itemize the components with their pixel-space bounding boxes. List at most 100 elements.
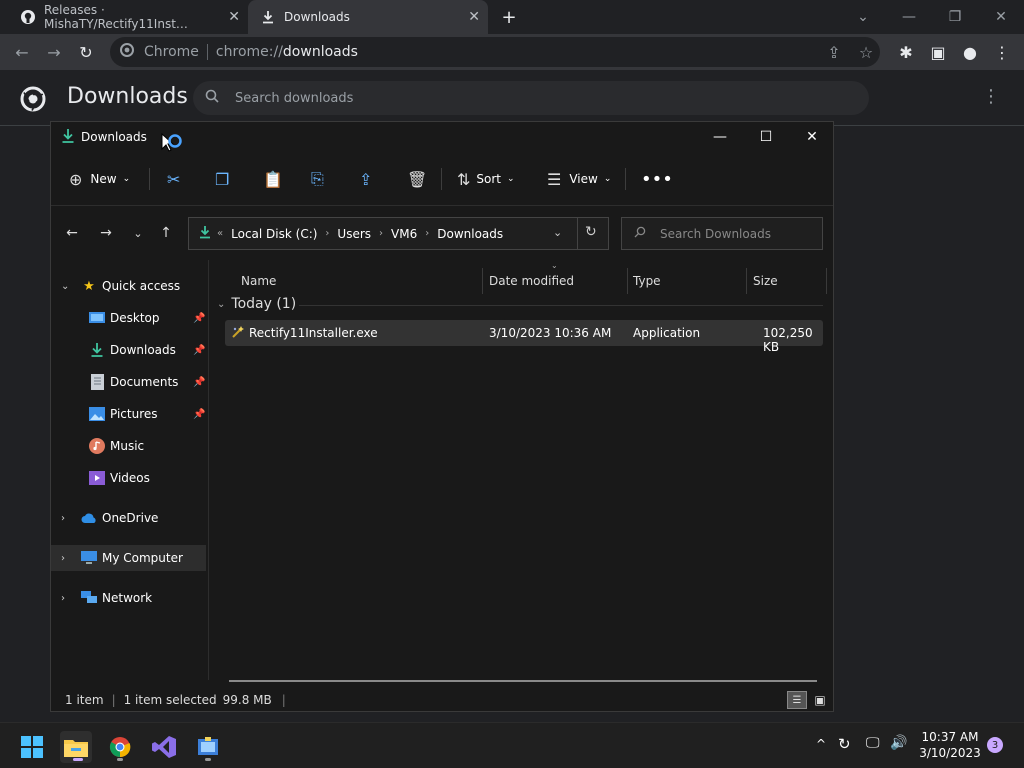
column-header-name[interactable]: Name	[241, 268, 276, 294]
chevron-right-icon[interactable]: ›	[61, 593, 65, 604]
more-actions-icon[interactable]: ⋮	[982, 86, 1000, 107]
column-divider[interactable]	[826, 268, 827, 294]
omnibox[interactable]: Chrome chrome://downloads	[110, 37, 880, 67]
chevron-down-icon[interactable]: ⌄	[61, 281, 69, 292]
forward-icon[interactable]: →	[42, 40, 66, 64]
installer-exe-icon	[231, 325, 245, 342]
explorer-minimize-icon[interactable]: —	[697, 122, 743, 152]
sidebar-item-onedrive[interactable]: › OneDrive	[51, 505, 207, 531]
running-indicator	[117, 758, 123, 761]
sidebar-item-network[interactable]: › Network	[51, 585, 207, 611]
side-panel-icon[interactable]: ▣	[926, 40, 950, 64]
up-arrow-icon[interactable]: ↑	[155, 222, 177, 244]
sort-indicator-icon: ⌄	[551, 261, 558, 270]
show-hidden-icons-icon[interactable]: ^	[816, 737, 826, 751]
pin-icon[interactable]: 📌	[193, 377, 205, 388]
chevron-right-icon[interactable]: ›	[61, 513, 65, 524]
sidebar-item-music[interactable]: Music	[51, 433, 207, 459]
sidebar-item-desktop[interactable]: Desktop 📌	[51, 305, 207, 331]
cut-button[interactable]: ✂	[167, 166, 180, 192]
command-bar: ⊕ New ⌄ ✂ ❐ 📋 ⎘ ⇪ 🗑 ⇅ Sort ⌄ ☰ View ⌄ ••…	[51, 152, 833, 206]
back-arrow-icon[interactable]: ←	[61, 222, 83, 244]
address-dropdown-icon[interactable]: ⌄	[553, 226, 562, 239]
sidebar-item-downloads[interactable]: Downloads 📌	[51, 337, 207, 363]
menu-kebab-icon[interactable]: ⋮	[990, 40, 1014, 64]
extensions-icon[interactable]: ✱	[894, 40, 918, 64]
volume-icon[interactable]: 🔊	[890, 735, 907, 751]
pin-icon[interactable]: 📌	[193, 409, 205, 420]
tab-search-icon[interactable]: ⌄	[840, 0, 886, 34]
file-explorer-taskbar-button[interactable]	[60, 731, 92, 763]
pin-icon[interactable]: 📌	[193, 313, 205, 324]
sidebar-item-documents[interactable]: Documents 📌	[51, 369, 207, 395]
group-header-today[interactable]: ⌄ Today (1)	[217, 296, 296, 312]
restore-icon[interactable]: ❐	[932, 0, 978, 34]
sort-button[interactable]: ⇅ Sort ⌄	[457, 166, 515, 192]
chevron-down-icon[interactable]: ⌄	[217, 299, 225, 310]
crumb-local-disk[interactable]: Local Disk (C:)	[231, 227, 317, 241]
delete-button[interactable]: 🗑	[407, 166, 427, 192]
minimize-icon[interactable]: —	[886, 0, 932, 34]
tab-close-icon[interactable]: ✕	[228, 9, 240, 25]
explorer-search-input[interactable]: Search Downloads	[621, 217, 823, 250]
chrome-taskbar-button[interactable]	[104, 731, 136, 763]
address-bar[interactable]: « Local Disk (C:) › Users › VM6 › Downlo…	[188, 217, 609, 250]
rename-button[interactable]: ⎘	[311, 166, 324, 192]
notification-badge[interactable]: 3	[987, 737, 1003, 753]
new-button[interactable]: ⊕ New ⌄	[69, 166, 130, 192]
profile-icon[interactable]: ●	[958, 40, 982, 64]
explorer-maximize-icon[interactable]: ☐	[743, 122, 789, 152]
column-divider[interactable]	[746, 268, 747, 294]
tab-downloads[interactable]: Downloads ✕	[248, 0, 488, 34]
sidebar-item-pictures[interactable]: Pictures 📌	[51, 401, 207, 427]
sidebar-label: Desktop	[110, 311, 160, 325]
recent-locations-icon[interactable]: ⌄	[127, 222, 149, 244]
crumb-chevron-icon[interactable]: ›	[379, 228, 383, 239]
crumb-downloads[interactable]: Downloads	[437, 227, 503, 241]
network-status-icon[interactable]: 🖵	[866, 735, 880, 751]
large-icons-view-icon[interactable]: ▣	[811, 691, 829, 709]
share-button[interactable]: ⇪	[359, 166, 372, 192]
column-header-type[interactable]: Type	[633, 268, 661, 294]
horizontal-scrollbar[interactable]	[229, 680, 817, 682]
sidebar-item-my-computer[interactable]: › My Computer	[51, 545, 206, 571]
start-button[interactable]	[16, 731, 48, 763]
details-view-icon[interactable]: ☰	[787, 691, 807, 709]
taskbar-clock[interactable]: 10:37 AM 3/10/2023	[918, 729, 982, 761]
file-size: 102,250 KB	[763, 326, 813, 354]
tab-releases[interactable]: Releases · MishaTY/Rectify11Inst… ✕	[8, 0, 248, 34]
view-button[interactable]: ☰ View ⌄	[547, 166, 611, 192]
crumb-chevron-icon[interactable]: ›	[325, 228, 329, 239]
bookmark-star-icon[interactable]: ☆	[854, 40, 878, 64]
column-header-size[interactable]: Size	[753, 268, 778, 294]
back-icon[interactable]: ←	[10, 40, 34, 64]
see-more-icon[interactable]: •••	[641, 166, 673, 192]
close-window-icon[interactable]: ✕	[978, 0, 1024, 34]
chevron-right-icon[interactable]: ›	[61, 553, 65, 564]
sidebar-item-quick-access[interactable]: ⌄ ★ Quick access	[51, 273, 207, 299]
refresh-icon[interactable]: ↻	[585, 224, 597, 240]
crumb-vm6[interactable]: VM6	[391, 227, 417, 241]
downloads-search-input[interactable]: Search downloads	[193, 81, 869, 115]
share-icon[interactable]: ⇪	[822, 40, 846, 64]
sync-status-icon[interactable]: ↻	[838, 735, 851, 753]
view-list-icon: ☰	[547, 169, 562, 189]
copy-button[interactable]: ❐	[215, 166, 229, 192]
crumb-chevron-icon[interactable]: ›	[425, 228, 429, 239]
forward-arrow-icon[interactable]: →	[95, 222, 117, 244]
column-divider[interactable]	[627, 268, 628, 294]
overflow-crumbs-icon[interactable]: «	[217, 228, 223, 239]
pin-icon[interactable]: 📌	[193, 345, 205, 356]
tab-close-icon[interactable]: ✕	[468, 9, 480, 25]
new-tab-button[interactable]: +	[498, 6, 520, 28]
reload-icon[interactable]: ↻	[74, 40, 98, 64]
explorer-close-icon[interactable]: ✕	[789, 122, 835, 152]
column-header-date[interactable]: Date modified	[489, 268, 574, 294]
column-divider[interactable]	[482, 268, 483, 294]
app-taskbar-button[interactable]	[192, 731, 224, 763]
crumb-users[interactable]: Users	[337, 227, 371, 241]
file-row[interactable]: Rectify11Installer.exe 3/10/2023 10:36 A…	[225, 320, 823, 354]
paste-button[interactable]: 📋	[263, 166, 283, 192]
sidebar-item-videos[interactable]: Videos	[51, 465, 207, 491]
visual-studio-taskbar-button[interactable]	[148, 731, 180, 763]
